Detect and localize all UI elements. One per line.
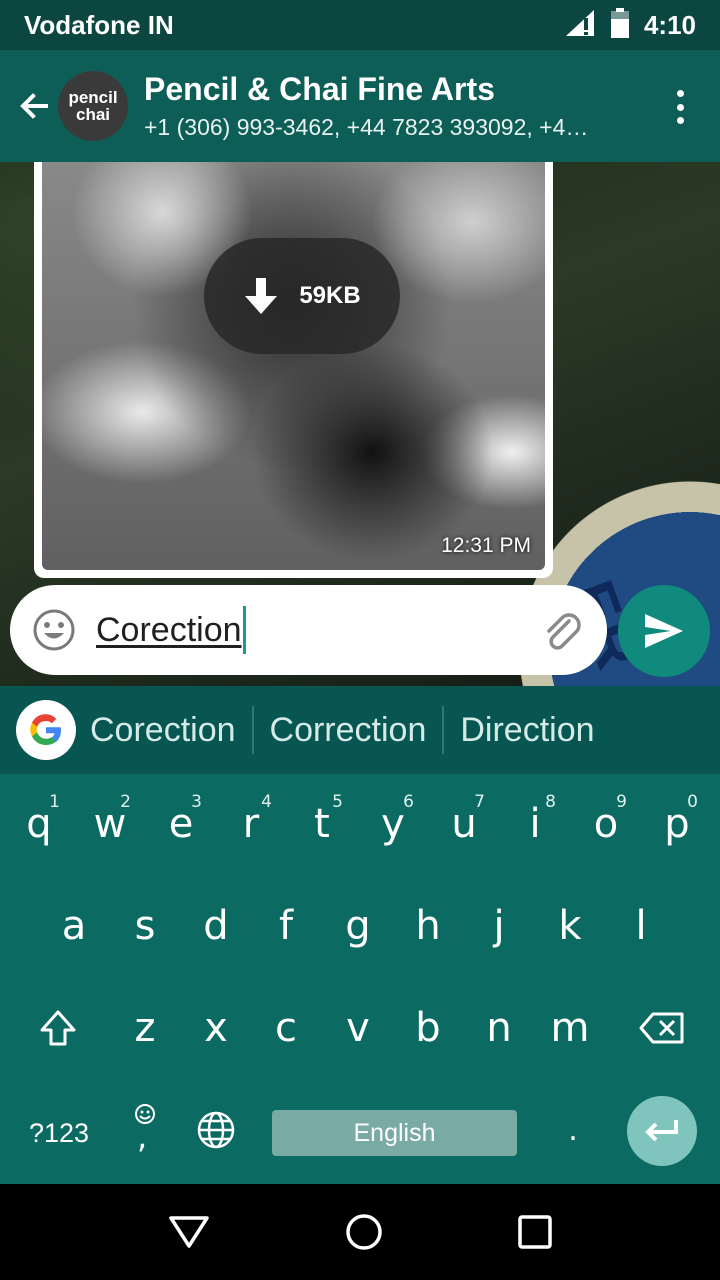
space-bar[interactable]: English [272,1110,517,1156]
key-n[interactable]: n [464,978,534,1078]
message-input-text: Corection [96,610,242,649]
google-logo-icon[interactable] [16,700,76,760]
on-screen-keyboard: q1 w2 e3 r4 t5 y6 u7 i8 o9 p0 a s d f g … [0,774,720,1184]
keyboard-row-1: q1 w2 e3 r4 t5 y6 u7 i8 o9 p0 [0,774,720,874]
keyboard-row-2: a s d f g h j k l [0,876,720,976]
key-f[interactable]: f [251,876,321,976]
key-o[interactable]: o9 [571,774,641,874]
chat-header: pencil chai Pencil & Chai Fine Arts +1 (… [0,50,720,162]
globe-icon [197,1111,235,1149]
key-k[interactable]: k [535,876,605,976]
key-x[interactable]: x [181,978,251,1078]
key-b[interactable]: b [393,978,463,1078]
shift-icon [40,1010,76,1046]
text-cursor [242,606,246,654]
period-key[interactable]: . [538,1080,608,1180]
key-j[interactable]: j [464,876,534,976]
suggestion-3[interactable]: Direction [444,711,610,750]
shift-key[interactable] [20,978,96,1078]
nav-recents-icon[interactable] [517,1214,553,1250]
overflow-menu-icon[interactable] [674,90,686,124]
avatar-text-pencil: pencil [68,88,118,107]
keyboard-row-4: ?123 , English . [0,1080,720,1180]
send-button[interactable] [618,585,710,677]
blurred-image-thumbnail[interactable]: 59KB 12:31 PM [42,162,545,570]
download-icon [245,278,278,314]
emoji-button[interactable] [32,608,76,652]
key-y[interactable]: y6 [358,774,428,874]
key-s[interactable]: s [110,876,180,976]
download-button[interactable]: 59KB [204,238,400,354]
comma-label: , [137,1118,148,1156]
enter-icon [645,1120,678,1142]
key-l[interactable]: l [606,876,676,976]
key-v[interactable]: v [323,978,393,1078]
key-r[interactable]: r4 [216,774,286,874]
carrier-name: Vodafone IN [24,9,174,40]
send-icon [645,614,683,648]
image-message-bubble[interactable]: 59KB 12:31 PM [34,162,553,578]
enter-key[interactable] [627,1096,697,1166]
symbols-key[interactable]: ?123 [14,1110,104,1156]
avatar-text-chai: chai [75,105,111,124]
key-e[interactable]: e3 [146,774,216,874]
backspace-icon [639,1012,684,1044]
chat-participants: +1 (306) 993-3462, +44 7823 393092, +4… [144,114,589,140]
comma-key[interactable]: , [110,1080,180,1180]
key-h[interactable]: h [393,876,463,976]
suggestion-strip: Corection Correction Direction [0,686,720,774]
key-c[interactable]: c [251,978,321,1078]
system-navigation-bar [0,1184,720,1280]
chat-title-block[interactable]: Pencil & Chai Fine Arts +1 (306) 993-346… [144,71,644,141]
paperclip-icon [547,613,581,650]
nav-back-icon[interactable] [167,1214,211,1250]
message-input[interactable]: Corection [96,606,246,654]
key-i[interactable]: i8 [500,774,570,874]
message-timestamp: 12:31 PM [441,534,531,557]
back-arrow-icon [20,93,48,119]
back-button[interactable] [4,50,64,162]
emoji-icon [33,609,75,651]
status-clock: 4:10 [643,9,696,40]
key-a[interactable]: a [39,876,109,976]
key-m[interactable]: m [535,978,605,1078]
compose-bar: Corection [10,585,607,675]
chat-title: Pencil & Chai Fine Arts [144,71,495,107]
suggestion-2[interactable]: Correction [254,711,443,750]
suggestion-1[interactable]: Corection [76,711,252,750]
key-d[interactable]: d [181,876,251,976]
attach-button[interactable] [539,607,585,653]
language-key[interactable] [181,1080,251,1180]
key-w[interactable]: w2 [75,774,145,874]
status-bar: Vodafone IN 4:10 [0,0,720,50]
key-z[interactable]: z [110,978,180,1078]
key-p[interactable]: p0 [642,774,712,874]
backspace-key[interactable] [622,978,702,1078]
keyboard-row-3: z x c v b n m [0,978,720,1078]
signal-icon [564,8,596,43]
key-g[interactable]: g [323,876,393,976]
battery-icon [610,7,630,44]
download-size: 59KB [299,282,361,309]
key-q[interactable]: q1 [4,774,74,874]
key-t[interactable]: t5 [287,774,357,874]
avatar[interactable]: pencil chai [58,71,128,141]
nav-home-icon[interactable] [344,1212,384,1252]
key-u[interactable]: u7 [429,774,499,874]
